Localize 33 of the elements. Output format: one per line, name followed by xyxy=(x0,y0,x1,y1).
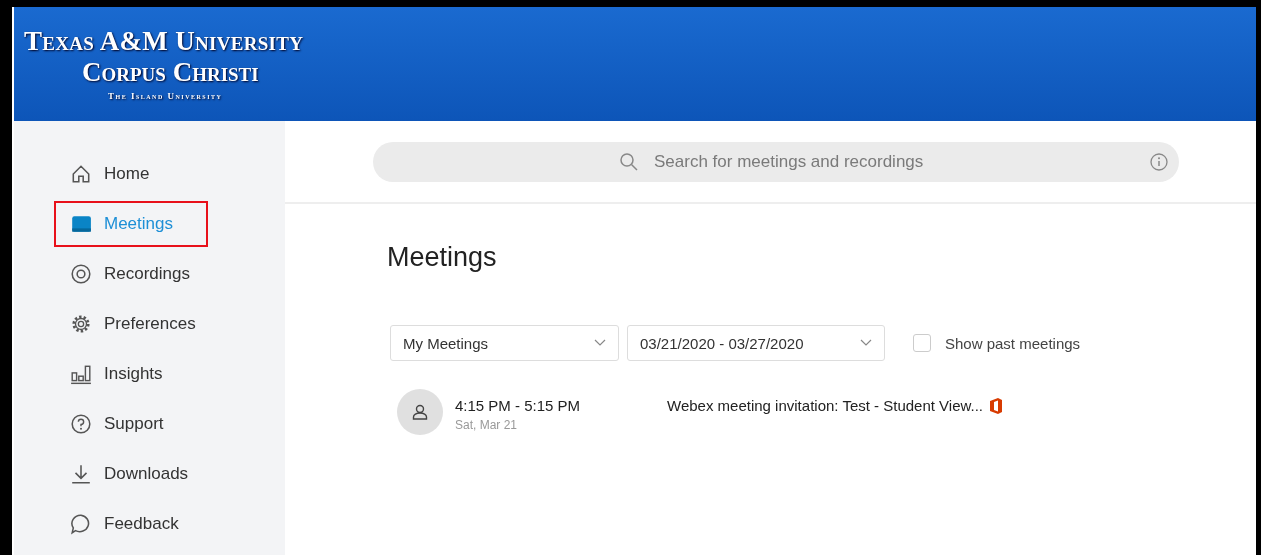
sidebar-item[interactable]: Recordings xyxy=(54,249,208,299)
chat-bubble-icon xyxy=(70,513,92,535)
sidebar-item[interactable]: Insights xyxy=(54,349,208,399)
logo-text: Corpus Christi xyxy=(82,57,259,87)
bar-chart-icon xyxy=(70,363,92,385)
logo-text: Texas A&M University xyxy=(24,25,304,57)
home-icon xyxy=(70,163,92,185)
help-icon xyxy=(70,413,92,435)
logo-tagline: The Island University xyxy=(108,91,223,101)
meeting-time: 4:15 PM - 5:15 PM xyxy=(455,397,582,414)
search-field[interactable]: Search for meetings and recordings xyxy=(373,141,1179,182)
meeting-date: Sat, Mar 21 xyxy=(455,418,519,432)
page-title: Meetings xyxy=(387,242,498,273)
download-icon xyxy=(70,463,92,485)
checkbox[interactable] xyxy=(913,334,931,352)
record-icon xyxy=(70,263,92,285)
settings-icon xyxy=(70,313,92,335)
chevron-down-icon xyxy=(860,339,872,347)
date-range-dropdown[interactable]: 03/21/2020 - 03/27/2020 xyxy=(627,325,885,361)
meeting-type-dropdown[interactable]: My Meetings xyxy=(390,325,619,361)
sidebar-item[interactable]: Support xyxy=(54,399,208,449)
info-icon[interactable] xyxy=(1149,151,1169,172)
search-icon xyxy=(619,151,639,172)
sidebar-item[interactable]: Preferences xyxy=(54,299,208,349)
chevron-down-icon xyxy=(594,339,606,347)
sidebar-item[interactable]: Downloads xyxy=(54,449,208,499)
person-icon xyxy=(411,403,429,421)
meeting-title[interactable]: Webex meeting invitation: Test - Student View... xyxy=(667,397,983,414)
office-icon xyxy=(989,397,1003,415)
checkbox-label: Show past meetings xyxy=(945,334,1081,352)
calendar-icon xyxy=(70,213,92,235)
sidebar-item[interactable]: Home xyxy=(54,149,208,199)
sidebar-item[interactable]: Feedback xyxy=(54,499,208,549)
